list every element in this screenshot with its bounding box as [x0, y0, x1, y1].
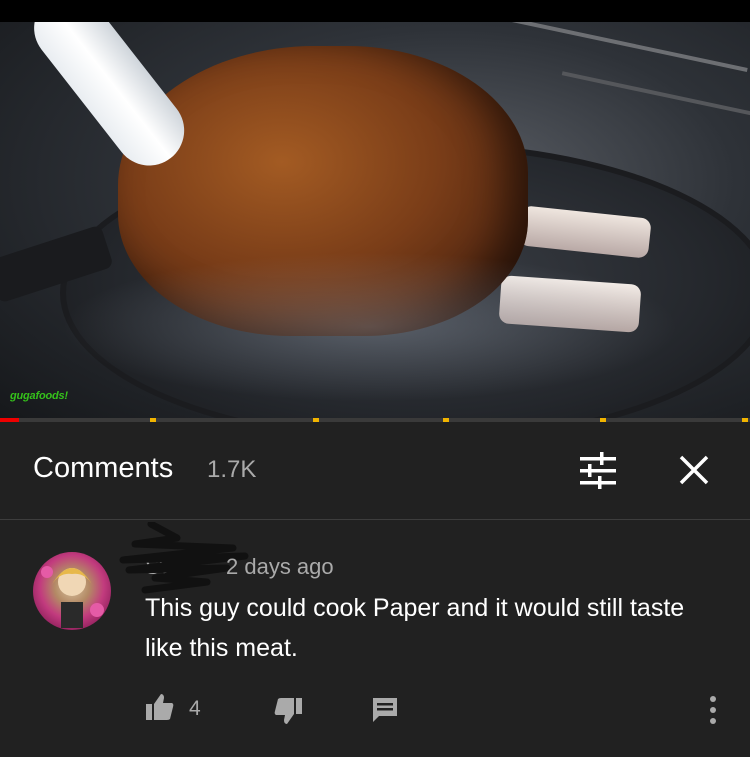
- comments-title: Comments: [33, 452, 174, 484]
- sort-filter-icon: [580, 452, 616, 489]
- like-button[interactable]: [145, 692, 175, 722]
- smoke: [60, 252, 680, 402]
- avatar[interactable]: [33, 552, 111, 630]
- reply-button[interactable]: [371, 696, 399, 724]
- thumbs-down-icon: [274, 698, 302, 724]
- thumbs-up-icon: [146, 694, 174, 720]
- more-vertical-icon: [710, 696, 716, 724]
- stove-grate: [561, 71, 750, 117]
- close-icon: [679, 455, 709, 485]
- top-bar: [0, 0, 750, 22]
- comment-timestamp: 2 days ago: [226, 554, 334, 579]
- comments-count: 1.7K: [207, 456, 257, 483]
- dislike-button[interactable]: [273, 696, 303, 726]
- like-count: 4: [189, 697, 201, 720]
- close-button[interactable]: [676, 452, 712, 488]
- reply-icon: [373, 698, 397, 722]
- comment-text: This guy could cook Paper and it would s…: [145, 594, 685, 662]
- sort-filter-button[interactable]: [578, 452, 618, 490]
- avatar-image: [41, 566, 104, 628]
- stove-grate: [502, 22, 748, 72]
- channel-watermark: gugafoods!: [10, 390, 68, 402]
- video-player[interactable]: gugafoods!: [0, 22, 750, 418]
- comment-thread: Sven 2 days ago This guy could cook Pape…: [0, 520, 750, 757]
- comment-actions: 4: [0, 692, 750, 732]
- more-options-button[interactable]: [703, 692, 723, 728]
- comments-header: Comments 1.7K: [0, 422, 750, 520]
